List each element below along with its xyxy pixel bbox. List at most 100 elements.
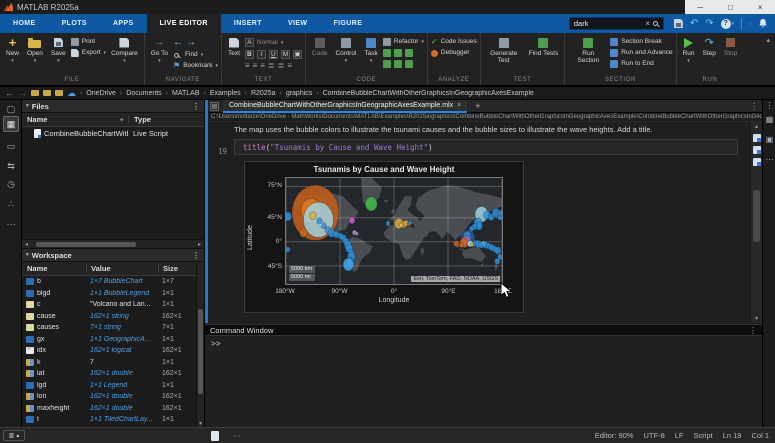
minimize-button[interactable]: ─	[697, 3, 703, 12]
italic-button[interactable]: I	[257, 50, 266, 59]
bold-button[interactable]: B	[245, 50, 254, 59]
workspace-row[interactable]: t1×1 TiledChartLay...1×1	[22, 414, 204, 426]
profiler-panel-icon[interactable]: ▣	[764, 134, 775, 145]
tsunami-bubble[interactable]	[498, 210, 502, 216]
tsunami-bubble[interactable]	[317, 218, 322, 224]
close-tab-icon[interactable]: ×	[457, 102, 461, 109]
outline-panel-icon[interactable]: ▦	[764, 114, 775, 125]
collapse-caret-icon[interactable]: ▾	[26, 252, 29, 258]
breadcrumb-matlab[interactable]: MATLAB	[172, 90, 200, 97]
nav-forward-icon[interactable]: →	[18, 89, 27, 98]
debugger-button[interactable]: Debugger	[431, 49, 477, 57]
convert-icon-3[interactable]	[405, 49, 413, 57]
editor-menu-icon[interactable]: ⋮	[750, 102, 758, 111]
workspace-row[interactable]: lgd1×1 Legend1×1	[22, 380, 204, 392]
bullet-list-icon[interactable]: ≣	[268, 62, 275, 70]
tsunami-bubble[interactable]	[286, 247, 290, 253]
ws-col-name[interactable]: Name	[22, 264, 86, 273]
goto-button[interactable]: →Go To▾	[148, 35, 171, 66]
command-prompt-area[interactable]: >>	[205, 336, 762, 351]
workspace-row[interactable]: b1×7 BubbleChart1×7	[22, 276, 204, 288]
workspace-row[interactable]: gx1×1 GeographicA...1×1	[22, 334, 204, 346]
scrollbar-thumb[interactable]	[753, 190, 760, 242]
figure-thumbnail-marker[interactable]	[753, 146, 761, 154]
workspace-row[interactable]: c"Volcano and Lan...1×1	[22, 299, 204, 311]
workspace-row[interactable]: idx162×1 logical162×1	[22, 345, 204, 357]
figure-thumbnail-marker[interactable]	[753, 134, 761, 142]
workspace-panel-icon[interactable]: ▭	[3, 138, 19, 154]
text-button[interactable]: Text	[225, 35, 243, 58]
new-folder-icon[interactable]	[31, 90, 39, 96]
files-panel-header[interactable]: ▾ Files ⋮	[22, 100, 204, 113]
tab-plots[interactable]: PLOTS	[49, 14, 100, 33]
code-issues-button[interactable]: ✓Code Issues	[431, 38, 477, 46]
bookmark-button[interactable]: ⚑Bookmark▾	[173, 62, 218, 70]
tsunami-bubble[interactable]	[495, 258, 500, 264]
breadcrumb-graphics[interactable]: graphics	[286, 90, 312, 97]
tsunami-bubble[interactable]	[286, 212, 292, 221]
tsunami-bubble[interactable]	[343, 258, 354, 271]
tab-home[interactable]: HOME	[0, 14, 49, 33]
geographic-axes[interactable]: 5000 km 5000 mi Esri, TomTom, FAO, NOAA,…	[285, 177, 503, 285]
tsunami-bubble[interactable]	[386, 221, 390, 226]
editor-scrollbar[interactable]: ▴ ▾	[750, 122, 762, 323]
workspace-row[interactable]: maxheight162×1 double162×1	[22, 403, 204, 415]
scroll-right-icon[interactable]: ▸	[195, 241, 204, 248]
scrollbar-thumb[interactable]	[198, 309, 203, 394]
folder-up-icon[interactable]	[43, 90, 51, 96]
indent-icon[interactable]: ≡	[287, 62, 292, 70]
print-button[interactable]: Print	[71, 38, 106, 46]
find-button[interactable]: Find▾	[173, 51, 218, 59]
text-style-dropdown[interactable]: ANormal▾	[245, 38, 302, 47]
open-button[interactable]: Open▾	[24, 35, 46, 66]
community-icon[interactable]: ◦	[749, 19, 752, 28]
align-left-icon[interactable]: ≡	[245, 62, 250, 70]
run-button[interactable]: Run▾	[680, 35, 698, 66]
run-and-advance-button[interactable]: Run and Advance	[610, 49, 672, 57]
redo-icon[interactable]: ↷	[705, 19, 713, 29]
convert-icon-4[interactable]	[383, 60, 391, 68]
search-box[interactable]: ×	[569, 17, 664, 30]
code-button[interactable]: Code	[309, 35, 331, 58]
nav-history-arrows[interactable]: ←→	[173, 38, 218, 48]
files-menu-icon[interactable]: ⋮	[192, 102, 200, 111]
convert-icon-1[interactable]	[383, 49, 391, 57]
breadcrumb-documents[interactable]: Documents	[126, 90, 161, 97]
live-script-document[interactable]: 19 The map uses the bubble colors to ill…	[205, 122, 762, 323]
workspace-row[interactable]: lat162×1 double162×1	[22, 368, 204, 380]
tsunami-bubble[interactable]	[459, 243, 463, 248]
breadcrumb-r2025a[interactable]: R2025a	[251, 90, 276, 97]
refactor-button[interactable]: Refactor▾	[383, 38, 424, 46]
status-more-icon[interactable]: ⋯	[233, 431, 241, 440]
workspace-row[interactable]: lon162×1 double162×1	[22, 391, 204, 403]
tab-apps[interactable]: APPS	[100, 14, 147, 33]
generate-test-button[interactable]: Generate Test	[484, 35, 524, 65]
compare-panel-icon[interactable]: ⇆	[3, 158, 19, 174]
convert-icon-6[interactable]	[405, 60, 413, 68]
notifications-bell-icon[interactable]	[759, 19, 767, 28]
tab-insert[interactable]: INSERT	[221, 14, 275, 33]
new-tab-icon[interactable]: +	[471, 101, 484, 111]
figure-thumbnail-marker[interactable]	[753, 158, 761, 166]
panel-menu-icon[interactable]: ⋮	[764, 100, 775, 111]
help-button[interactable]: ?▾	[721, 19, 735, 29]
more-panels-icon[interactable]: ⋯	[764, 154, 775, 165]
collapse-caret-icon[interactable]: ▾	[26, 103, 29, 109]
save-button[interactable]: Save▾	[48, 35, 69, 66]
tsunami-bubble[interactable]	[365, 197, 377, 211]
convert-icon-5[interactable]	[394, 60, 402, 68]
compare-button[interactable]: Compare▾	[108, 35, 141, 66]
find-tests-button[interactable]: Find Tests	[526, 35, 562, 58]
file-row[interactable]: CombineBubbleChartWithO... Live Script	[22, 127, 204, 140]
files-col-type[interactable]: Type	[128, 115, 204, 124]
scroll-down-icon[interactable]: ▾	[197, 420, 204, 427]
section-break-button[interactable]: Section Break	[610, 38, 672, 46]
step-button[interactable]: ↷Step	[700, 35, 719, 58]
undo-icon[interactable]: ↶	[690, 19, 698, 29]
scrollbar-thumb[interactable]	[36, 242, 136, 247]
tsunami-bubble[interactable]	[454, 241, 459, 247]
underline-button[interactable]: U	[269, 50, 278, 59]
tab-figure[interactable]: FIGURE	[320, 14, 375, 33]
files-horizontal-scrollbar[interactable]: ◂ ▸	[22, 239, 204, 248]
ribbon-collapse-icon[interactable]: ▴	[761, 33, 775, 47]
